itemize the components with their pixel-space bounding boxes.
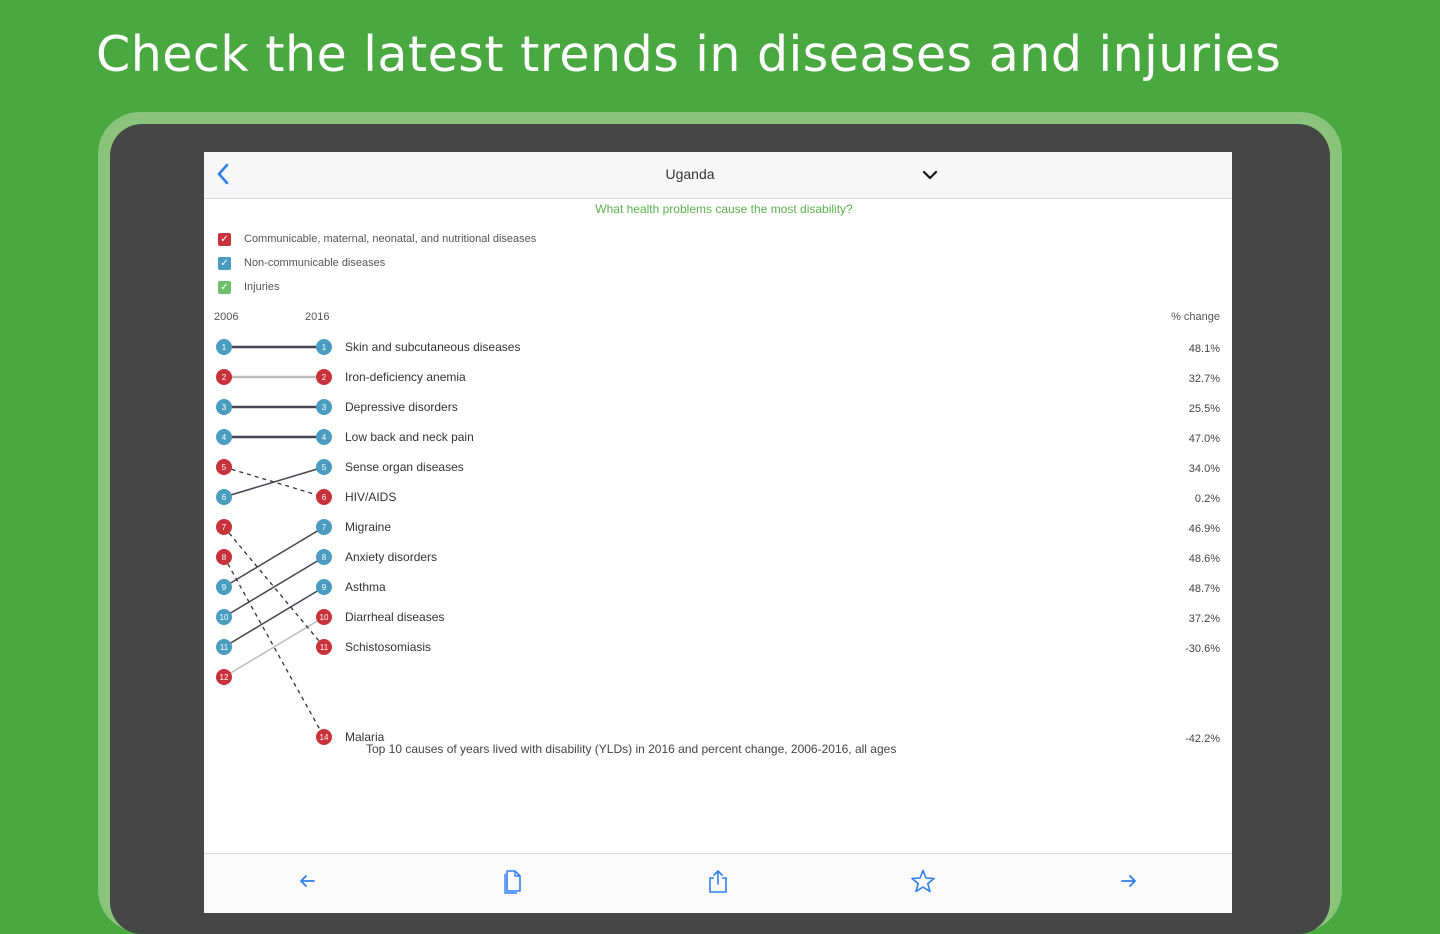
rank-number-2016: 1 bbox=[322, 343, 327, 352]
rank-number-2016: 11 bbox=[320, 643, 329, 652]
rank-number-2016: 9 bbox=[322, 583, 327, 592]
percent-change-value: 47.0% bbox=[1189, 433, 1220, 445]
rank-number-2016: 3 bbox=[322, 403, 327, 412]
rank-number-2006: 4 bbox=[222, 433, 227, 442]
cause-label: HIV/AIDS bbox=[345, 490, 396, 504]
chart-caption: Top 10 causes of years lived with disabi… bbox=[366, 742, 897, 756]
percent-change-value: 34.0% bbox=[1189, 463, 1220, 475]
percent-change-value: -42.2% bbox=[1185, 733, 1220, 745]
percent-change-value: 25.5% bbox=[1189, 403, 1220, 415]
rank-number-2006: 8 bbox=[222, 553, 227, 562]
percent-change-value: 46.9% bbox=[1189, 523, 1220, 535]
cause-label: Skin and subcutaneous diseases bbox=[345, 340, 520, 354]
back-arrow-button[interactable] bbox=[292, 866, 322, 896]
cause-label: Sense organ diseases bbox=[345, 460, 464, 474]
slope-line bbox=[223, 526, 325, 588]
rank-number-2006: 10 bbox=[220, 613, 229, 622]
forward-arrow-button[interactable] bbox=[1114, 866, 1144, 896]
percent-change-value: -30.6% bbox=[1185, 643, 1220, 655]
rank-number-2016: 4 bbox=[322, 433, 327, 442]
document-icon bbox=[504, 870, 521, 894]
document-button[interactable] bbox=[498, 866, 528, 896]
cause-label: Anxiety disorders bbox=[345, 550, 437, 564]
cause-label: Iron-deficiency anemia bbox=[345, 370, 466, 384]
arrow-left-icon bbox=[300, 875, 315, 887]
rank-number-2006: 7 bbox=[222, 523, 227, 532]
rank-number-2016: 6 bbox=[322, 493, 327, 502]
cause-label: Asthma bbox=[345, 580, 386, 594]
cause-label: Schistosomiasis bbox=[345, 640, 431, 654]
percent-change-value: 48.1% bbox=[1189, 343, 1220, 355]
rank-number-2006: 3 bbox=[222, 403, 227, 412]
rank-number-2016: 5 bbox=[322, 463, 327, 472]
percent-change-value: 48.6% bbox=[1189, 553, 1220, 565]
favorite-button[interactable] bbox=[908, 866, 938, 896]
slope-line bbox=[223, 616, 325, 678]
share-icon bbox=[709, 869, 727, 893]
cause-label: Low back and neck pain bbox=[345, 430, 474, 444]
rank-number-2006: 6 bbox=[222, 493, 227, 502]
rank-number-2016: 14 bbox=[320, 733, 329, 742]
cause-label: Diarrheal diseases bbox=[345, 610, 444, 624]
rank-number-2016: 7 bbox=[322, 523, 327, 532]
app-screen: Uganda What health problems cause the mo… bbox=[204, 152, 1232, 913]
rank-number-2006: 2 bbox=[222, 373, 227, 382]
rank-number-2016: 2 bbox=[322, 373, 327, 382]
cause-label: Depressive disorders bbox=[345, 400, 458, 414]
share-button[interactable] bbox=[703, 866, 733, 896]
rank-number-2016: 8 bbox=[322, 553, 327, 562]
star-icon bbox=[911, 869, 935, 893]
bottom-toolbar bbox=[204, 853, 1232, 913]
percent-change-value: 37.2% bbox=[1189, 613, 1220, 625]
rank-number-2006: 5 bbox=[222, 463, 227, 472]
rank-number-2016: 10 bbox=[320, 613, 329, 622]
rank-number-2006: 9 bbox=[222, 583, 227, 592]
headline: Check the latest trends in diseases and … bbox=[96, 26, 1282, 83]
slope-chart: 1 1 Skin and subcutaneous diseases 48.1%2 2 I… bbox=[216, 339, 1220, 745]
slope-line bbox=[223, 556, 325, 618]
arrow-right-icon bbox=[1121, 875, 1136, 887]
cause-label: Migraine bbox=[345, 520, 391, 534]
percent-change-value: 48.7% bbox=[1189, 583, 1220, 595]
rank-number-2006: 12 bbox=[220, 673, 229, 682]
percent-change-value: 0.2% bbox=[1195, 493, 1220, 505]
percent-change-value: 32.7% bbox=[1189, 373, 1220, 385]
rank-number-2006: 1 bbox=[222, 343, 227, 352]
slope-line bbox=[223, 586, 325, 648]
rank-number-2006: 11 bbox=[220, 643, 229, 652]
